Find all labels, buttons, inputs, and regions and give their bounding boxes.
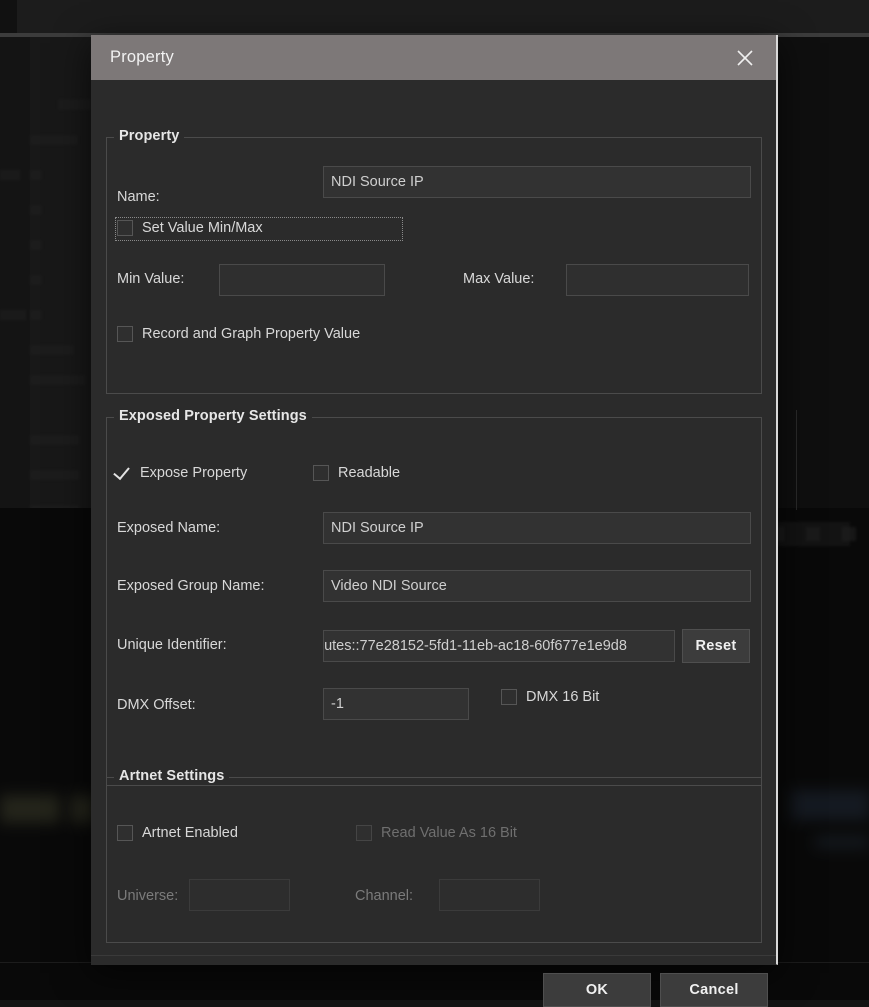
exposed-group-title: Exposed Property Settings (114, 408, 312, 424)
min-value-input[interactable] (219, 264, 385, 296)
artnet-enabled-label: Artnet Enabled (142, 825, 238, 841)
checkbox-check-icon (115, 465, 131, 481)
name-label: Name: (117, 189, 160, 205)
artnet-settings-group: Artnet Settings Artnet Enabled Read Valu… (106, 777, 762, 943)
cancel-button[interactable]: Cancel (660, 973, 768, 1007)
readable-checkbox[interactable]: Readable (313, 465, 400, 481)
dmx-offset-label: DMX Offset: (117, 697, 196, 713)
dmx-16-bit-label: DMX 16 Bit (526, 689, 599, 705)
channel-input (439, 879, 540, 911)
max-value-label: Max Value: (463, 271, 534, 287)
exposed-property-settings-group: Exposed Property Settings Expose Propert… (106, 417, 762, 786)
dialog-title: Property (110, 48, 174, 67)
checkbox-box (313, 465, 329, 481)
channel-label: Channel: (355, 888, 413, 904)
footer-divider (91, 955, 776, 956)
checkbox-box (117, 825, 133, 841)
checkbox-box (501, 689, 517, 705)
property-group-title: Property (114, 128, 184, 144)
record-and-graph-checkbox[interactable]: Record and Graph Property Value (117, 326, 360, 342)
set-value-min-max-checkbox[interactable]: Set Value Min/Max (117, 220, 263, 236)
artnet-group-title: Artnet Settings (114, 768, 229, 784)
dmx-offset-input[interactable]: -1 (323, 688, 469, 720)
dmx-16-bit-checkbox[interactable]: DMX 16 Bit (501, 689, 599, 705)
expose-property-label: Expose Property (140, 465, 247, 481)
exposed-name-input[interactable]: NDI Source IP (323, 512, 751, 544)
max-value-input[interactable] (566, 264, 749, 296)
set-value-min-max-label: Set Value Min/Max (142, 220, 263, 236)
ok-button[interactable]: OK (543, 973, 651, 1007)
unique-identifier-value: outes::77e28152-5fd1-11eb-ac18-60f677e1e… (323, 638, 627, 654)
exposed-group-name-label: Exposed Group Name: (117, 578, 265, 594)
dialog-titlebar: Property (91, 35, 776, 80)
universe-input (189, 879, 290, 911)
reset-button[interactable]: Reset (682, 629, 750, 663)
exposed-group-name-input[interactable]: Video NDI Source (323, 570, 751, 602)
expose-property-checkbox[interactable]: Expose Property (115, 465, 247, 481)
exposed-name-label: Exposed Name: (117, 520, 220, 536)
read-value-as-16-bit-label: Read Value As 16 Bit (381, 825, 517, 841)
checkbox-box (356, 825, 372, 841)
unique-identifier-label: Unique Identifier: (117, 637, 227, 653)
property-dialog: Property Property Name: NDI Source IP Se… (91, 35, 778, 965)
checkbox-box (117, 326, 133, 342)
universe-label: Universe: (117, 888, 178, 904)
read-value-as-16-bit-checkbox: Read Value As 16 Bit (356, 825, 517, 841)
property-group: Property Name: NDI Source IP Set Value M… (106, 137, 762, 394)
dialog-body: Property Name: NDI Source IP Set Value M… (91, 80, 776, 965)
checkbox-box (117, 220, 133, 236)
min-value-label: Min Value: (117, 271, 184, 287)
artnet-enabled-checkbox[interactable]: Artnet Enabled (117, 825, 238, 841)
close-icon[interactable] (728, 41, 762, 75)
unique-identifier-input[interactable]: outes::77e28152-5fd1-11eb-ac18-60f677e1e… (323, 630, 675, 662)
record-and-graph-label: Record and Graph Property Value (142, 326, 360, 342)
readable-label: Readable (338, 465, 400, 481)
name-input[interactable]: NDI Source IP (323, 166, 751, 198)
